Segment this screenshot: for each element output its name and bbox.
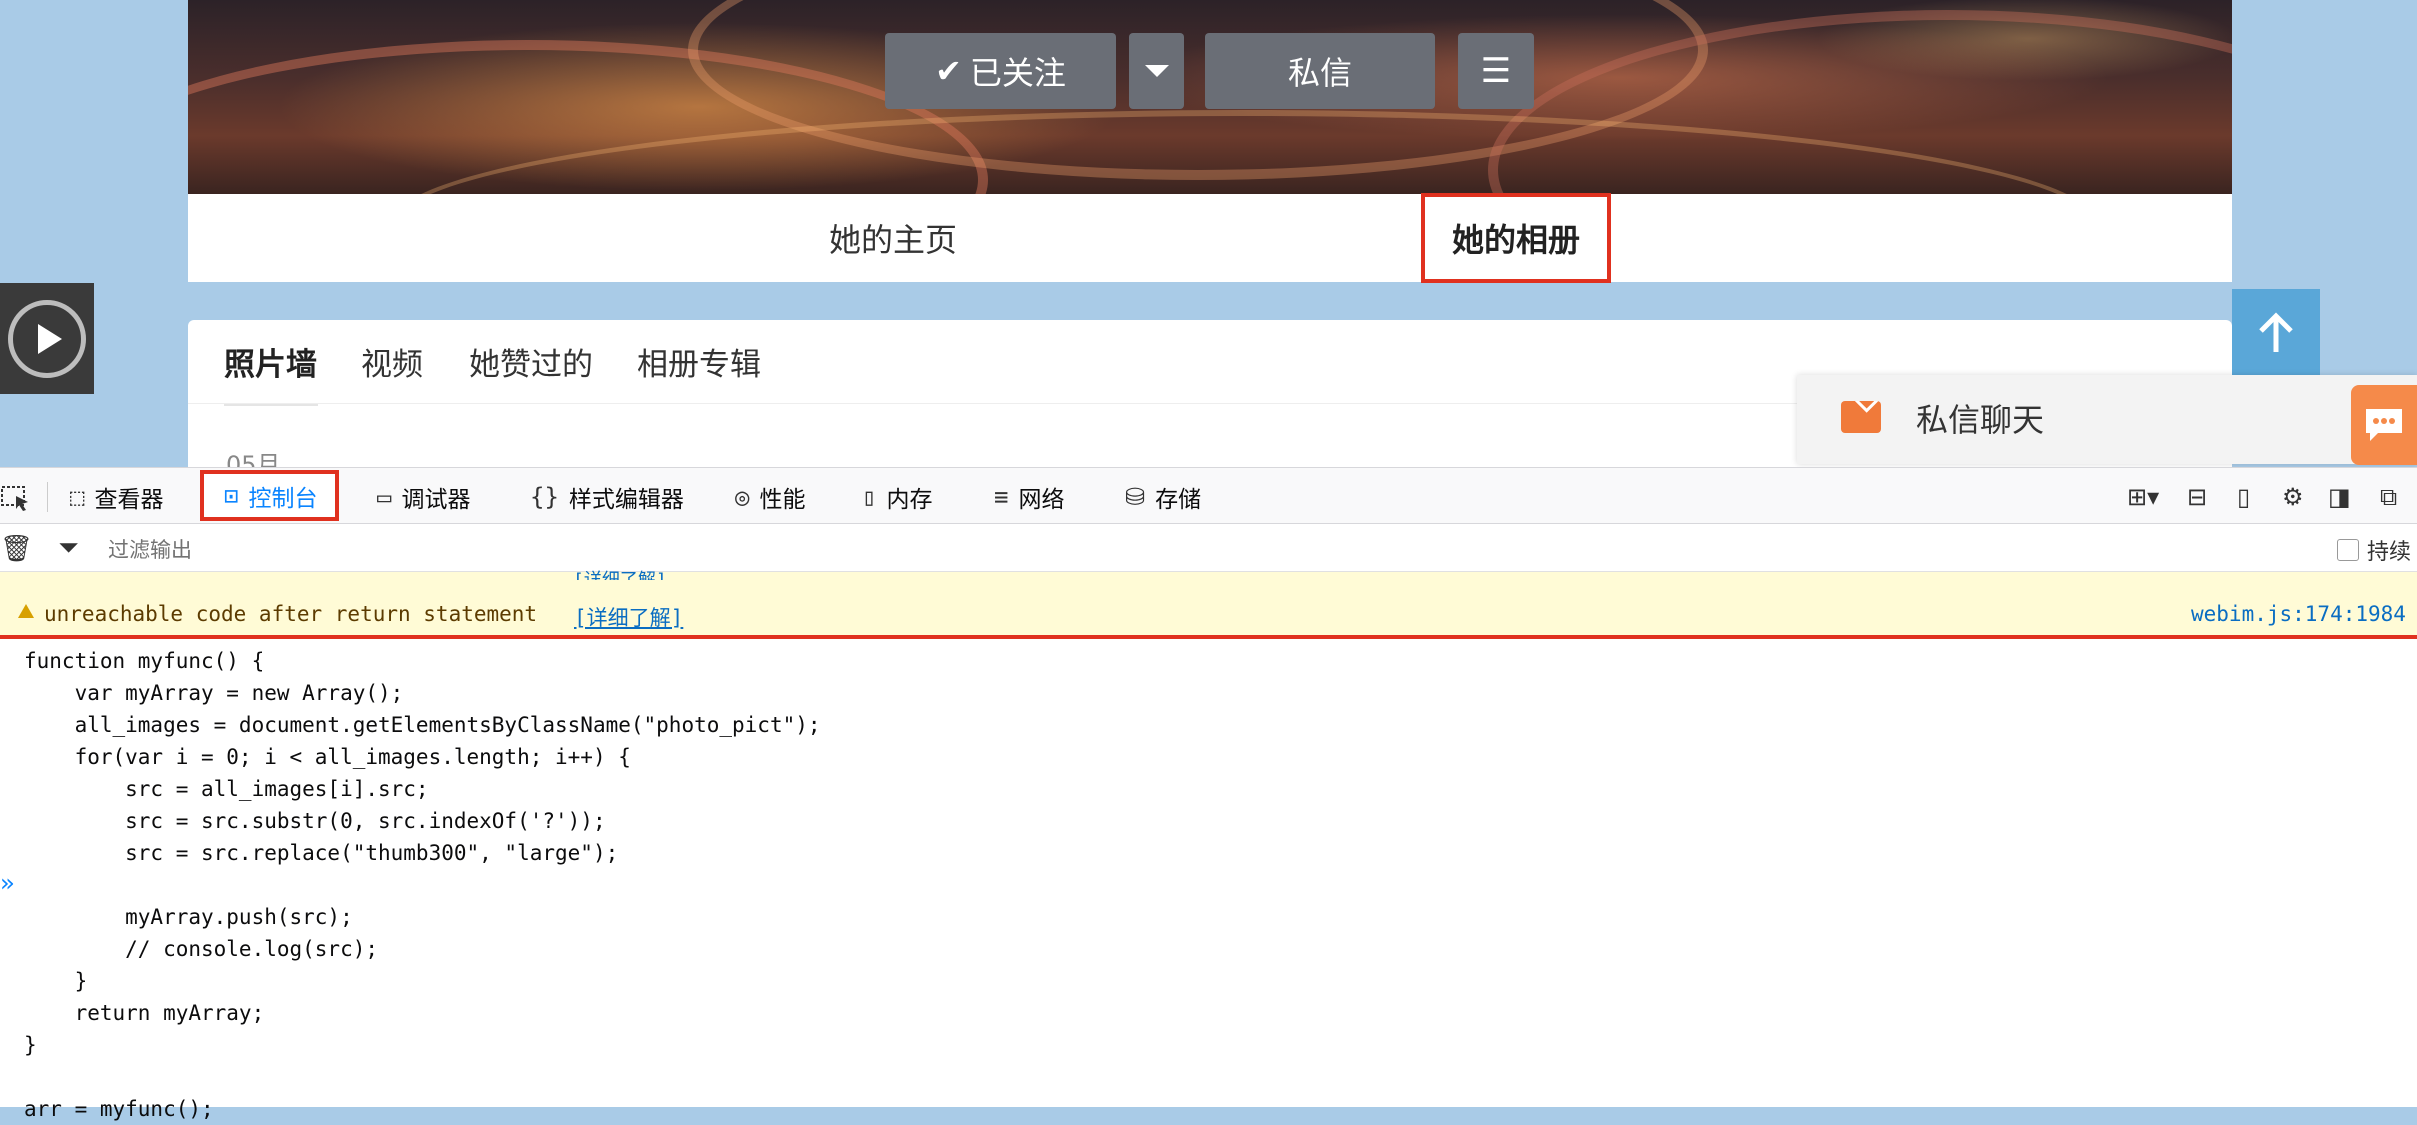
persist-logs-checkbox[interactable]: 持续: [2337, 534, 2411, 566]
hamburger-icon: ☰: [1480, 51, 1512, 91]
tab-albums[interactable]: 相册专辑: [637, 320, 761, 403]
toolbar-separator: [47, 482, 48, 512]
tab-console[interactable]: ⊡ 控制台: [200, 470, 340, 521]
performance-icon: ◎: [735, 482, 750, 511]
warning-message: unreachable code after return statement: [44, 602, 538, 626]
tab-console-label: 控制台: [248, 485, 318, 512]
code-line: arr = myfunc();: [24, 1097, 214, 1121]
console-filter-bar: 🗑 ⏷ 过滤输出 持续: [0, 524, 2417, 572]
chat-label: 私信聊天: [1916, 401, 2045, 439]
tab-inspector[interactable]: ⬚ 查看器: [70, 468, 163, 525]
layout-picker-icon[interactable]: ⊞▾: [2127, 468, 2159, 525]
tab-style-editor-label: 样式编辑器: [568, 486, 684, 513]
dock-side-icon[interactable]: ◨: [2328, 468, 2351, 525]
debugger-icon: ▭: [377, 482, 392, 511]
warning-icon: [18, 604, 34, 618]
message-button[interactable]: 私信: [1205, 33, 1435, 109]
code-line: // console.log(src);: [24, 937, 379, 961]
separate-window-icon[interactable]: ⧉: [2380, 468, 2397, 525]
play-icon: [8, 299, 86, 378]
code-line: return myArray;: [24, 1001, 265, 1025]
split-console-icon[interactable]: ⊟: [2187, 468, 2207, 525]
tab-debugger[interactable]: ▭ 调试器: [377, 468, 470, 525]
filter-funnel-icon: ⏷: [58, 533, 79, 563]
tab-network-label: 网络: [1018, 486, 1065, 513]
learn-more-link-partial[interactable]: [详细了解]: [573, 566, 667, 580]
checkbox-icon: [2337, 539, 2359, 561]
persist-label: 持续: [2367, 540, 2412, 565]
network-icon: ≡: [994, 482, 1009, 511]
console-input-editor[interactable]: function myfunc() { var myArray = new Ar…: [24, 645, 821, 1125]
code-line: for(var i = 0; i < all_images.length; i+…: [24, 745, 631, 769]
tab-storage[interactable]: ⛁ 存储: [1125, 468, 1201, 525]
braces-icon: {}: [530, 482, 559, 511]
arrow-up-icon: [2259, 312, 2293, 352]
memory-icon: ▯: [862, 482, 877, 511]
trash-icon[interactable]: 🗑: [0, 534, 33, 564]
code-line: }: [24, 1033, 37, 1057]
code-line: function myfunc() {: [24, 649, 265, 673]
element-picker-icon[interactable]: [0, 482, 30, 512]
tab-album[interactable]: 她的相册: [1421, 193, 1611, 283]
tab-performance-label: 性能: [759, 486, 806, 513]
console-icon: ⊡: [224, 481, 239, 510]
tab-debugger-label: 调试器: [401, 486, 471, 513]
code-line: src = src.substr(0, src.indexOf('?'));: [24, 809, 606, 833]
console-input-prompt-icon: »: [0, 869, 15, 897]
followed-button[interactable]: ✔ 已关注: [885, 33, 1116, 109]
responsive-mode-icon[interactable]: ▯: [2237, 468, 2250, 525]
learn-more-link[interactable]: [详细了解]: [574, 602, 683, 632]
code-line: myArray.push(src);: [24, 905, 353, 929]
code-line: all_images = document.getElementsByClass…: [24, 713, 821, 737]
chat-bubble-button[interactable]: [2351, 385, 2417, 465]
storage-icon: ⛁: [1125, 482, 1146, 511]
tab-inspector-label: 查看器: [94, 486, 164, 513]
filter-output-input[interactable]: 过滤输出: [108, 534, 192, 564]
chat-bubble-icon: [2366, 409, 2402, 441]
settings-gear-icon[interactable]: ⚙: [2282, 468, 2304, 525]
tab-video[interactable]: 视频: [361, 320, 423, 403]
tab-memory[interactable]: ▯ 内存: [862, 468, 932, 525]
check-icon: ✔: [935, 52, 962, 90]
code-line: var myArray = new Array();: [24, 681, 404, 705]
caret-down-icon: [1144, 65, 1169, 77]
followed-label: 已关注: [969, 54, 1066, 92]
code-line: }: [24, 969, 88, 993]
follow-dropdown-button[interactable]: [1129, 33, 1184, 109]
inspector-icon: ⬚: [70, 482, 85, 511]
code-line: src = all_images[i].src;: [24, 777, 429, 801]
tab-network[interactable]: ≡ 网络: [994, 468, 1064, 525]
devtools-toolbar: ⬚ 查看器 ⊡ 控制台 ▭ 调试器 {} 样式编辑器 ◎ 性能 ▯ 内存 ≡ 网…: [0, 467, 2417, 524]
tab-home[interactable]: 她的主页: [788, 194, 998, 282]
video-player-widget[interactable]: [0, 283, 94, 394]
more-menu-button[interactable]: ☰: [1458, 33, 1534, 109]
message-label: 私信: [1287, 54, 1352, 92]
devtools-panel: ⬚ 查看器 ⊡ 控制台 ▭ 调试器 {} 样式编辑器 ◎ 性能 ▯ 内存 ≡ 网…: [0, 467, 2417, 1121]
tab-liked[interactable]: 她赞过的: [469, 320, 593, 403]
tab-photo-wall[interactable]: 照片墙: [224, 320, 318, 406]
tab-performance[interactable]: ◎ 性能: [735, 468, 805, 525]
warning-source-link[interactable]: webim.js:174:1984: [2191, 602, 2406, 626]
back-to-top-button[interactable]: [2232, 289, 2320, 377]
code-line: src = src.replace("thumb300", "large");: [24, 841, 619, 865]
tab-style-editor[interactable]: {} 样式编辑器: [530, 468, 684, 525]
tab-storage-label: 存储: [1155, 486, 1202, 513]
tab-memory-label: 内存: [886, 486, 933, 513]
mail-icon: [1841, 401, 1881, 433]
profile-tabs: 她的主页 她的相册: [188, 193, 2232, 283]
console-warning-row: [详细了解] unreachable code after return sta…: [0, 570, 2417, 639]
private-chat-panel[interactable]: 私信聊天: [1797, 375, 2417, 464]
